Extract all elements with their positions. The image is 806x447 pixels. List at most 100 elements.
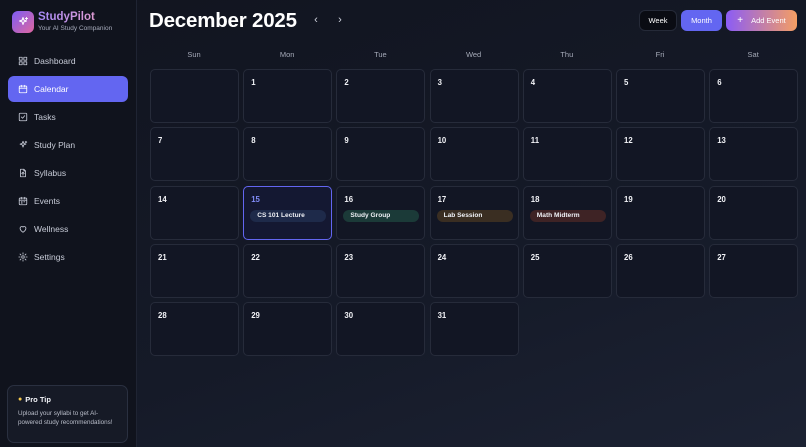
calendar-day-cell[interactable]: 6	[709, 69, 799, 123]
calendar-day-cell[interactable]: 26	[616, 243, 705, 298]
weekday-header: Tue	[374, 50, 387, 59]
day-number: 16	[344, 194, 354, 204]
calendar-day-cell[interactable]: 30	[336, 302, 426, 357]
sparkle-icon	[18, 140, 28, 150]
calendar-day-cell[interactable]: 21	[150, 243, 239, 298]
sidebar-item-settings[interactable]: Settings	[8, 244, 128, 270]
weekday-header: Thu	[560, 50, 574, 59]
add-event-label: Add Event	[751, 16, 786, 25]
weekday-header: Sat	[747, 50, 759, 59]
day-number: 3	[437, 78, 442, 87]
day-number: 13	[717, 136, 726, 146]
calendar-main: December 2025 ‹ › Week Month + Add Event…	[137, 0, 806, 447]
day-number: 17	[437, 194, 447, 204]
sidebar-item-dashboard[interactable]: Dashboard	[8, 48, 128, 74]
calendar-day-cell[interactable]: 22	[243, 243, 333, 298]
sidebar-item-label: Tasks	[34, 112, 56, 122]
calendar-day-cell[interactable]: 7	[150, 127, 239, 182]
month-title: December 2025	[149, 9, 297, 32]
heart-icon	[18, 224, 28, 234]
weekday-header: Fri	[655, 50, 665, 59]
event-chip[interactable]: Study Group	[343, 209, 420, 222]
day-number: 1	[251, 78, 256, 87]
pro-tip-body: Upload your syllabi to get AI-powered st…	[18, 410, 113, 427]
calendar-day-cell[interactable]: 29	[243, 302, 333, 357]
calendar-day-cell[interactable]: 27	[709, 243, 799, 298]
calendar-day-cell[interactable]: 19	[616, 185, 705, 240]
sidebar-item-label: Study Plan	[34, 140, 76, 150]
day-number: 19	[624, 194, 633, 204]
plus-icon: +	[737, 14, 744, 26]
calendar-icon	[18, 84, 28, 94]
day-number: 12	[624, 136, 633, 146]
sparkles-logo-icon	[12, 11, 34, 33]
day-number: 27	[717, 252, 726, 262]
calendar-day-cell[interactable]: 9	[336, 127, 426, 182]
day-number: 22	[251, 252, 260, 262]
pro-tip-title: Pro Tip	[25, 395, 51, 404]
day-number: 9	[344, 136, 349, 146]
calendar-day-cell[interactable]: 31	[429, 302, 519, 357]
day-number: 4	[530, 78, 536, 87]
day-number: 10	[437, 136, 447, 146]
gear-icon	[18, 252, 28, 262]
sidebar-item-label: Wellness	[34, 224, 69, 234]
brand-name: StudyPilot	[38, 11, 112, 24]
sidebar-item-label: Calendar	[34, 84, 69, 94]
month-view-button[interactable]: Month	[681, 10, 722, 31]
sidebar-item-label: Events	[34, 196, 60, 206]
calendar-day-cell[interactable]: 25	[522, 243, 612, 298]
calendar-day-cell[interactable]: 5	[616, 69, 705, 123]
sidebar-item-label: Dashboard	[34, 56, 76, 66]
sidebar-item-tasks[interactable]: Tasks	[8, 104, 128, 130]
day-number: 15	[251, 194, 260, 204]
calendar-day-cell[interactable]: 20	[709, 185, 799, 240]
sidebar-item-wellness[interactable]: Wellness	[8, 216, 128, 242]
event-chip[interactable]: Math Midterm	[529, 209, 606, 222]
day-number: 20	[717, 194, 726, 204]
calendar-day-cell[interactable]: 14	[150, 185, 239, 240]
calendar-day-cell[interactable]: 28	[150, 302, 239, 357]
calendar-day-cell[interactable]: 12	[616, 127, 705, 182]
day-number: 28	[158, 311, 167, 321]
calendar-day-cell[interactable]: 18 Math Midterm	[522, 185, 612, 240]
calendar-day-cell[interactable]: 4	[522, 69, 612, 123]
day-number: 23	[344, 252, 354, 262]
day-number: 8	[251, 136, 256, 146]
day-number: 26	[624, 252, 633, 262]
brand-tagline: Your AI Study Companion	[38, 25, 113, 32]
calendar-day-cell[interactable]: 17 Lab Session	[429, 185, 519, 240]
sidebar-item-syllabus[interactable]: Syllabus	[8, 160, 128, 186]
calendar-day-cell[interactable]: 8	[243, 127, 333, 182]
event-chip[interactable]: Lab Session	[436, 209, 513, 222]
calendar-day-cell[interactable]: 1	[243, 69, 333, 123]
sidebar-item-events[interactable]: Events	[8, 188, 128, 214]
day-number: 11	[530, 136, 540, 146]
calendar-day-cell[interactable]: 10	[429, 127, 519, 182]
day-number: 2	[344, 78, 349, 87]
calendar-day-cell[interactable]: 3	[429, 69, 519, 123]
weekday-header: Sun	[187, 50, 201, 59]
event-chip[interactable]: CS 101 Lecture	[250, 209, 327, 222]
prev-month-button[interactable]: ‹	[309, 13, 323, 27]
dashboard-icon	[18, 56, 28, 66]
sidebar-item-study-plan[interactable]: Study Plan	[8, 132, 128, 158]
day-number: 30	[344, 311, 354, 321]
calendar-day-cell[interactable]: 23	[336, 243, 426, 298]
calendar-day-cell[interactable]: 13	[709, 127, 799, 182]
calendar-day-cell[interactable]: 16 Study Group	[336, 185, 426, 240]
brand[interactable]: StudyPilot Your AI Study Companion	[12, 11, 112, 33]
file-upload-icon	[18, 168, 28, 178]
calendar-day-cell[interactable]: 24	[429, 243, 519, 298]
calendar-day-cell[interactable]: 11	[522, 127, 612, 182]
calendar-day-cell[interactable]: 2	[336, 69, 426, 123]
sidebar: StudyPilot Your AI Study Companion Dashb…	[0, 0, 137, 447]
sidebar-nav: Dashboard Calendar Tasks Study Plan Syllabus…	[8, 48, 128, 272]
next-month-button[interactable]: ›	[333, 13, 347, 27]
day-number: 21	[158, 252, 167, 262]
calendar-day-cell[interactable]: 15 CS 101 Lecture	[243, 185, 333, 240]
add-event-button[interactable]: + Add Event	[726, 10, 797, 31]
week-view-button[interactable]: Week	[639, 10, 677, 31]
day-number: 31	[437, 311, 447, 321]
sidebar-item-calendar[interactable]: Calendar	[8, 76, 128, 102]
